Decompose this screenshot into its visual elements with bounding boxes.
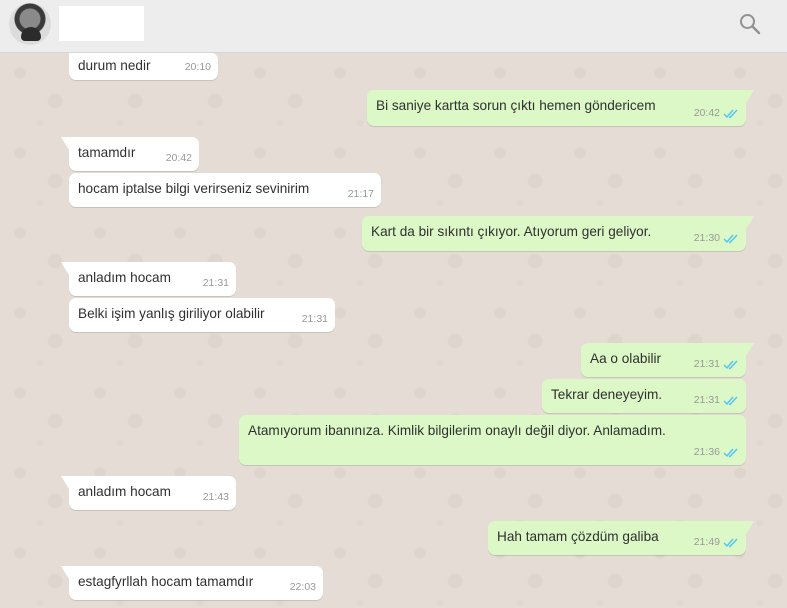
message-outgoing[interactable]: Aa o olabilir 21:31 [581, 343, 754, 377]
read-receipt-icon [723, 109, 738, 119]
message-text: Kart da bir sıkıntı çıkıyor. Atıyorum ge… [371, 224, 652, 239]
message-incoming[interactable]: anladım hocam 21:31 [61, 262, 236, 296]
message-time: 21:49 [693, 536, 720, 548]
contact-name-redacted[interactable] [59, 6, 144, 41]
message-incoming[interactable]: tamamdır 20:42 [61, 137, 199, 171]
message-outgoing[interactable]: Tekrar deneyeyim. 21:31 [542, 379, 746, 413]
message-text: Atamıyorum ibanınıza. Kimlik bilgilerim … [248, 423, 666, 438]
message-text: anladım hocam [78, 484, 171, 499]
read-receipt-icon [723, 448, 738, 458]
message-incoming[interactable]: Belki işim yanlış giriliyor olabilir 21:… [69, 298, 335, 332]
message-time: 21:31 [693, 394, 720, 406]
message-outgoing[interactable]: Kart da bir sıkıntı çıkıyor. Atıyorum ge… [362, 216, 754, 251]
message-text: anladım hocam [78, 270, 171, 285]
message-text: tamamdır [78, 145, 136, 160]
message-time: 21:43 [202, 491, 229, 503]
message-outgoing[interactable]: Bi saniye kartta sorun çıktı hemen gönde… [367, 90, 754, 126]
message-text: Belki işim yanlış giriliyor olabilir [78, 306, 265, 321]
message-text: hocam iptalse bilgi verirseniz sevinirim [78, 181, 310, 196]
message-time: 20:10 [184, 61, 211, 73]
read-receipt-icon [723, 538, 738, 548]
message-text: Tekrar deneyeyim. [551, 387, 663, 402]
read-receipt-icon [723, 234, 738, 244]
search-icon[interactable] [738, 12, 762, 36]
message-time: 22:03 [289, 581, 316, 593]
message-incoming[interactable]: estagfyrllah hocam tamamdır 22:03 [61, 566, 323, 600]
message-outgoing[interactable]: Atamıyorum ibanınıza. Kimlik bilgilerim … [239, 415, 746, 465]
message-text: Hah tamam çözdüm galiba [497, 529, 659, 544]
message-time: 21:31 [693, 358, 720, 370]
avatar[interactable] [9, 3, 51, 45]
message-text: durum nedir [78, 58, 151, 73]
message-text: Bi saniye kartta sorun çıktı hemen gönde… [376, 98, 656, 113]
message-incoming[interactable]: anladım hocam 21:43 [61, 476, 236, 510]
read-receipt-icon [723, 360, 738, 370]
message-time: 21:17 [347, 188, 374, 200]
message-time: 21:36 [693, 446, 720, 458]
message-time: 20:42 [693, 107, 720, 119]
message-incoming[interactable]: hocam iptalse bilgi verirseniz sevinirim… [69, 173, 381, 207]
read-receipt-icon [723, 396, 738, 406]
message-time: 20:42 [165, 152, 192, 164]
message-outgoing[interactable]: Hah tamam çözdüm galiba 21:49 [488, 521, 754, 555]
chat-header [0, 0, 787, 53]
message-time: 21:30 [693, 232, 720, 244]
message-incoming[interactable]: durum nedir 20:10 [69, 53, 218, 80]
message-text: estagfyrllah hocam tamamdır [78, 574, 254, 589]
message-time: 21:31 [202, 277, 229, 289]
message-list[interactable]: durum nedir 20:10 Bi saniye kartta sorun… [0, 53, 787, 608]
message-time: 21:31 [301, 313, 328, 325]
message-text: Aa o olabilir [590, 351, 662, 366]
